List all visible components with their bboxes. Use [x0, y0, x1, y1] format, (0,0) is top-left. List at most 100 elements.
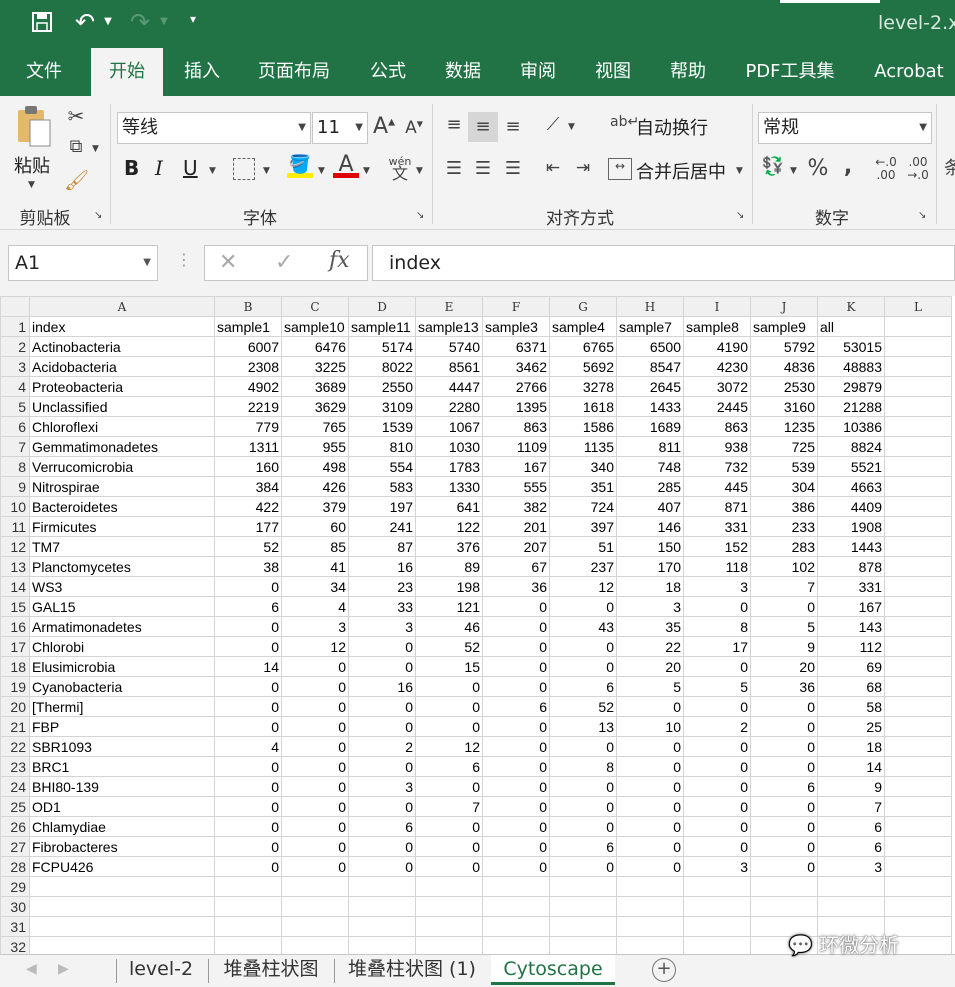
cell[interactable] [482, 936, 550, 954]
row-header[interactable]: 26 [0, 816, 30, 837]
cell[interactable]: 331 [817, 576, 885, 597]
cell[interactable]: sample13 [415, 316, 483, 337]
sheet-tab-stacked-bar-1[interactable]: 堆叠柱状图 (1) [336, 955, 488, 985]
cell[interactable] [817, 896, 885, 917]
cell[interactable]: 6500 [616, 336, 684, 357]
row-header[interactable]: 11 [0, 516, 30, 537]
cell[interactable]: 13 [549, 716, 617, 737]
cell[interactable]: 0 [281, 656, 349, 677]
align-right-icon[interactable]: ☰ [500, 158, 526, 179]
cell[interactable]: Firmicutes [29, 516, 215, 537]
cell[interactable]: 725 [750, 436, 818, 457]
cell[interactable]: 177 [214, 516, 282, 537]
cell[interactable]: 9 [750, 636, 818, 657]
cell[interactable]: 5 [750, 616, 818, 637]
cell[interactable]: 5740 [415, 336, 483, 357]
cell[interactable]: BHI80-139 [29, 776, 215, 797]
cell[interactable]: 0 [482, 616, 550, 637]
row-header[interactable]: 8 [0, 456, 30, 477]
cell[interactable]: 16 [348, 676, 416, 697]
cell[interactable]: 8 [549, 756, 617, 777]
cell[interactable]: 0 [214, 796, 282, 817]
undo-icon[interactable]: ↶ [70, 8, 100, 38]
save-icon[interactable] [28, 10, 56, 38]
decrease-decimal-icon[interactable]: .00 →.0 [904, 156, 932, 182]
cell[interactable]: 0 [348, 716, 416, 737]
cell[interactable] [348, 936, 416, 954]
cell[interactable]: 0 [750, 816, 818, 837]
row-header[interactable]: 3 [0, 356, 30, 377]
cell[interactable]: 0 [750, 736, 818, 757]
column-header[interactable]: D [348, 296, 416, 317]
cell[interactable]: 0 [683, 656, 751, 677]
font-name-dropdown-icon[interactable]: ▼ [298, 113, 306, 143]
cell[interactable]: 0 [616, 696, 684, 717]
cell[interactable]: 331 [683, 516, 751, 537]
formula-bar-divider-icon[interactable]: ⋮ [176, 250, 192, 269]
cell[interactable]: 0 [482, 676, 550, 697]
cell[interactable]: 51 [549, 536, 617, 557]
cell[interactable]: 2550 [348, 376, 416, 397]
cell[interactable]: 0 [549, 796, 617, 817]
row-header[interactable]: 22 [0, 736, 30, 757]
cell[interactable]: 0 [281, 816, 349, 837]
cell[interactable] [415, 876, 483, 897]
cell[interactable]: 0 [750, 856, 818, 877]
cell[interactable]: 3 [683, 856, 751, 877]
font-launcher-icon[interactable]: ↘ [416, 210, 424, 221]
cell[interactable] [750, 896, 818, 917]
percent-style-icon[interactable]: % [806, 156, 830, 181]
cell[interactable]: Proteobacteria [29, 376, 215, 397]
cell[interactable]: 8824 [817, 436, 885, 457]
cell[interactable] [884, 656, 952, 677]
row-header[interactable]: 5 [0, 396, 30, 417]
cell[interactable] [549, 876, 617, 897]
cell[interactable] [29, 876, 215, 897]
cell[interactable]: 3689 [281, 376, 349, 397]
cell[interactable]: FCPU426 [29, 856, 215, 877]
cell[interactable]: 955 [281, 436, 349, 457]
number-format-combo[interactable]: 常规 ▼ [758, 112, 932, 144]
cell[interactable]: 1689 [616, 416, 684, 437]
cell[interactable]: 2219 [214, 396, 282, 417]
cell[interactable]: 811 [616, 436, 684, 457]
tab-page-layout[interactable]: 页面布局 [250, 48, 338, 96]
tab-data[interactable]: 数据 [435, 48, 491, 96]
cell[interactable]: 0 [281, 776, 349, 797]
cell[interactable]: all [817, 316, 885, 337]
align-bottom-icon[interactable]: ≡ [500, 116, 526, 137]
cell[interactable] [884, 616, 952, 637]
cell[interactable]: 87 [348, 536, 416, 557]
sheet-tab-stacked-bar[interactable]: 堆叠柱状图 [212, 955, 330, 985]
cell[interactable]: 3278 [549, 376, 617, 397]
cell[interactable]: 422 [214, 496, 282, 517]
cell[interactable]: 539 [750, 456, 818, 477]
cell[interactable]: 0 [281, 716, 349, 737]
cell[interactable]: FBP [29, 716, 215, 737]
name-box[interactable]: A1 ▼ [8, 245, 158, 281]
cell[interactable] [281, 896, 349, 917]
cell[interactable]: 6765 [549, 336, 617, 357]
cell[interactable]: 3 [616, 596, 684, 617]
cell[interactable]: 18 [616, 576, 684, 597]
decrease-font-size-icon[interactable]: A▼ [402, 118, 426, 138]
font-size-combo[interactable]: 11 ▼ [312, 112, 368, 144]
cell[interactable]: 0 [683, 596, 751, 617]
cell[interactable]: 351 [549, 476, 617, 497]
cell[interactable]: sample10 [281, 316, 349, 337]
cell[interactable]: Unclassified [29, 396, 215, 417]
cell[interactable]: Chloroflexi [29, 416, 215, 437]
cell[interactable]: GAL15 [29, 596, 215, 617]
row-header[interactable]: 14 [0, 576, 30, 597]
cell[interactable]: 0 [348, 856, 416, 877]
cell[interactable]: 0 [281, 736, 349, 757]
cell[interactable] [884, 636, 952, 657]
row-header[interactable]: 10 [0, 496, 30, 517]
cell[interactable]: TM7 [29, 536, 215, 557]
cell[interactable]: Fibrobacteres [29, 836, 215, 857]
cell[interactable]: 4447 [415, 376, 483, 397]
cell[interactable] [616, 936, 684, 954]
cell[interactable]: 0 [482, 736, 550, 757]
font-size-dropdown-icon[interactable]: ▼ [355, 113, 363, 143]
select-all-corner[interactable] [0, 296, 30, 317]
